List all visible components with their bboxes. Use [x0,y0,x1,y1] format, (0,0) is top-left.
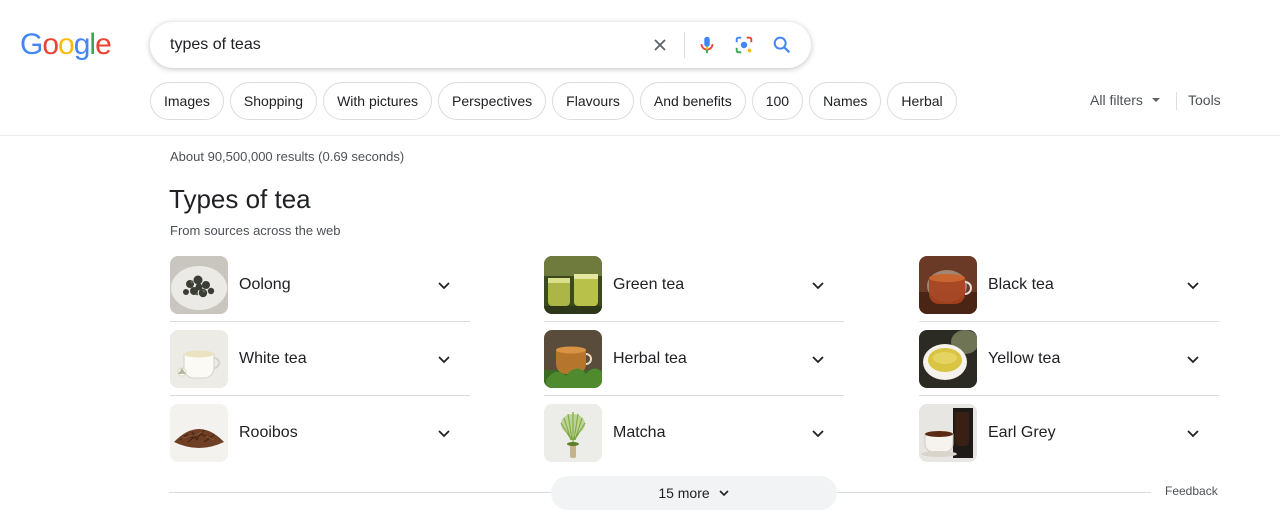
chevron-down-icon[interactable] [432,273,456,297]
caret-down-icon [1151,98,1160,102]
chip-names[interactable]: Names [809,82,882,120]
chip-shopping[interactable]: Shopping [229,82,318,120]
oolong-thumbnail [170,256,228,314]
all-filters-label: All filters [1090,92,1143,108]
tea-label: Oolong [239,276,291,293]
herbal-tea-thumbnail [544,330,602,388]
tea-label: Earl Grey [988,424,1056,441]
tea-item-black-tea[interactable]: Black tea [919,248,1219,322]
chevron-down-icon[interactable] [432,421,456,445]
chip-images[interactable]: Images [150,82,224,120]
search-input[interactable]: types of teas [170,36,261,54]
chip-100[interactable]: 100 [751,82,804,120]
search-box[interactable]: types of teas [150,22,811,68]
section-title: Types of tea [169,184,311,214]
rooibos-thumbnail [170,404,228,462]
feedback-link[interactable]: Feedback [1165,484,1218,498]
tea-item-matcha[interactable]: Matcha [544,396,844,470]
logo-letter: o [42,28,59,61]
logo-letter: G [20,28,43,61]
tea-label: White tea [239,350,307,367]
chevron-down-icon[interactable] [1181,347,1205,371]
tea-label: Matcha [613,424,666,441]
chevron-down-icon[interactable] [432,347,456,371]
show-more-label: 15 more [658,485,710,501]
tea-label: Rooibos [239,424,298,441]
tea-item-green-tea[interactable]: Green tea [544,248,844,322]
more-divider-left [169,492,551,493]
tea-label: Black tea [988,276,1054,293]
tea-item-earl-grey[interactable]: Earl Grey [919,396,1219,470]
search-icon[interactable] [770,33,794,57]
black-tea-thumbnail [919,256,977,314]
clear-icon[interactable] [648,33,672,57]
header-divider [0,135,1280,136]
google-logo[interactable]: Google [20,28,112,62]
tools-button[interactable]: Tools [1188,92,1221,108]
tools-divider [1176,92,1177,110]
green-tea-thumbnail [544,256,602,314]
tea-label: Yellow tea [988,350,1061,367]
tea-item-rooibos[interactable]: Rooibos [170,396,470,470]
logo-letter: e [95,28,112,61]
matcha-thumbnail [544,404,602,462]
chevron-down-icon[interactable] [806,347,830,371]
more-divider-right [837,492,1151,493]
show-more-button[interactable]: 15 more [551,476,837,510]
chevron-down-icon[interactable] [1181,421,1205,445]
chevron-down-icon[interactable] [806,273,830,297]
tea-item-herbal-tea[interactable]: Herbal tea [544,322,844,396]
tea-item-oolong[interactable]: Oolong [170,248,470,322]
lens-icon[interactable] [732,33,756,57]
filter-chips: Images Shopping With pictures Perspectiv… [150,82,957,120]
section-subtitle: From sources across the web [170,223,341,238]
white-tea-thumbnail [170,330,228,388]
tea-label: Green tea [613,276,685,293]
chevron-down-icon [719,490,729,497]
tea-item-yellow-tea[interactable]: Yellow tea [919,322,1219,396]
chip-perspectives[interactable]: Perspectives [438,82,547,120]
searchbox-divider [684,32,685,58]
result-stats: About 90,500,000 results (0.69 seconds) [170,149,405,164]
logo-letter: g [73,28,91,61]
chip-and-benefits[interactable]: And benefits [639,82,746,120]
yellow-tea-thumbnail [919,330,977,388]
microphone-icon[interactable] [695,33,719,57]
chevron-down-icon[interactable] [806,421,830,445]
tea-label: Herbal tea [613,350,687,367]
chip-with-pictures[interactable]: With pictures [323,82,433,120]
chip-herbal[interactable]: Herbal [887,82,957,120]
chip-flavours[interactable]: Flavours [552,82,634,120]
chevron-down-icon[interactable] [1181,273,1205,297]
earl-grey-thumbnail [919,404,977,462]
tea-item-white-tea[interactable]: White tea [170,322,470,396]
logo-letter: o [58,28,75,61]
all-filters-button[interactable]: All filters [1090,92,1161,108]
